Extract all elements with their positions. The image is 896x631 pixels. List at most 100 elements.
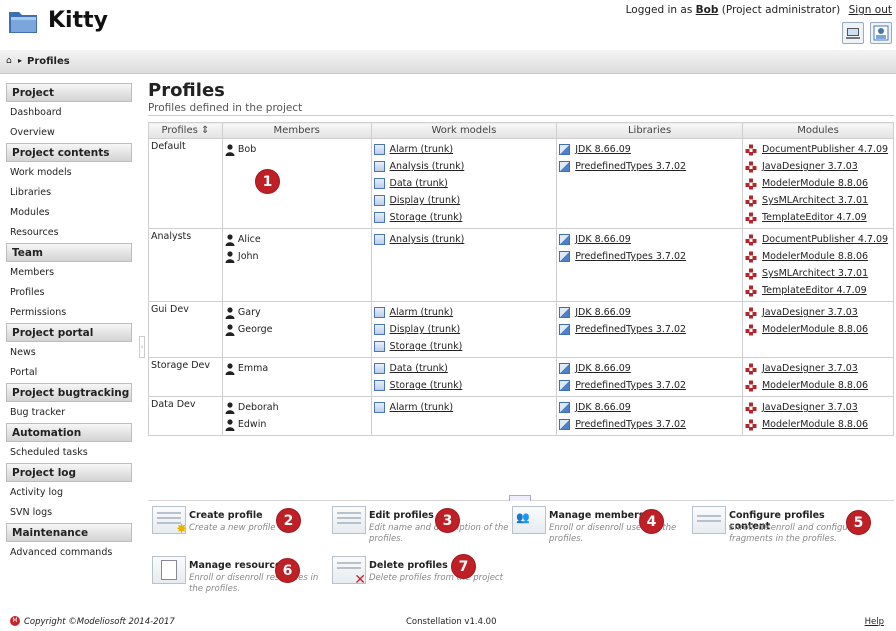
- configure-profiles-content-action[interactable]: Configure profiles content Enroll, disen…: [692, 506, 862, 544]
- sidebar-item-work-models[interactable]: Work models: [6, 162, 132, 182]
- library-link[interactable]: PredefinedTypes 3.7.02: [575, 419, 686, 430]
- work-model-link[interactable]: Alarm (trunk): [390, 402, 454, 413]
- library-link[interactable]: PredefinedTypes 3.7.02: [575, 324, 686, 335]
- sidebar-item-libraries[interactable]: Libraries: [6, 182, 132, 202]
- sidebar-item-news[interactable]: News: [6, 342, 132, 362]
- help-link[interactable]: Help: [865, 617, 884, 627]
- module-item: JavaDesigner 3.7.03: [745, 399, 891, 416]
- profile-name-cell[interactable]: Analysts: [148, 228, 223, 302]
- library-link[interactable]: JDK 8.66.09: [575, 363, 631, 374]
- module-link[interactable]: JavaDesigner 3.7.03: [762, 363, 858, 374]
- sidebar-item-profiles[interactable]: Profiles: [6, 282, 132, 302]
- module-link[interactable]: ModelerModule 8.8.06: [762, 419, 868, 430]
- delete-profiles-label: Delete profiles: [369, 560, 448, 571]
- sidebar-item-dashboard[interactable]: Dashboard: [6, 102, 132, 122]
- column-header-modules: Modules: [741, 122, 895, 139]
- sidebar-item-advanced-commands[interactable]: Advanced commands: [6, 542, 132, 562]
- sidebar-section-maintenance[interactable]: Maintenance: [6, 523, 132, 542]
- annotation-badge: 4: [639, 509, 664, 534]
- edit-profiles-action[interactable]: Edit profiles Edit name and description …: [332, 506, 508, 544]
- work-model-link[interactable]: Display (trunk): [390, 324, 461, 335]
- module-link[interactable]: SysMLArchitect 3.7.01: [762, 195, 868, 206]
- sidebar-section-project-bugtracking[interactable]: Project bugtracking: [6, 383, 132, 402]
- sidebar-section-project-contents[interactable]: Project contents: [6, 143, 132, 162]
- user-link[interactable]: Bob: [696, 4, 719, 16]
- table-header-row: Profiles ⇕ Members Work models Libraries…: [148, 122, 895, 139]
- work-model-link[interactable]: Analysis (trunk): [390, 161, 465, 172]
- work-model-link[interactable]: Alarm (trunk): [390, 307, 454, 318]
- sidebar-collapse-handle[interactable]: ‹: [139, 336, 145, 358]
- profile-name-cell[interactable]: Gui Dev: [148, 301, 223, 358]
- person-icon: [225, 323, 235, 336]
- profile-name-cell[interactable]: Default: [148, 138, 223, 229]
- library-link[interactable]: JDK 8.66.09: [575, 402, 631, 413]
- sidebar-item-modules[interactable]: Modules: [6, 202, 132, 222]
- module-link[interactable]: DocumentPublisher 4.7.09: [762, 144, 888, 155]
- library-link[interactable]: JDK 8.66.09: [575, 144, 631, 155]
- work-model-item: Display (trunk): [373, 321, 555, 338]
- work-model-link[interactable]: Storage (trunk): [390, 341, 463, 352]
- work-model-link[interactable]: Storage (trunk): [390, 380, 463, 391]
- module-link[interactable]: TemplateEditor 4.7.09: [762, 212, 867, 223]
- sidebar-section-automation[interactable]: Automation: [6, 423, 132, 442]
- library-link[interactable]: PredefinedTypes 3.7.02: [575, 380, 686, 391]
- actions-collapse-tab[interactable]: [509, 495, 531, 501]
- work-model-link[interactable]: Storage (trunk): [390, 212, 463, 223]
- delete-profiles-icon: ✕: [332, 556, 366, 588]
- home-icon[interactable]: ⌂: [6, 56, 12, 66]
- breadcrumb-separator-icon: ▸: [18, 56, 23, 65]
- version-text: Constellation v1.4.00: [406, 617, 497, 627]
- work-model-link[interactable]: Analysis (trunk): [390, 234, 465, 245]
- admin-console-button[interactable]: [842, 22, 864, 44]
- column-header-members: Members: [221, 122, 372, 139]
- column-header-profiles[interactable]: Profiles ⇕: [148, 122, 223, 139]
- work-model-item: Analysis (trunk): [373, 231, 555, 248]
- library-link[interactable]: JDK 8.66.09: [575, 307, 631, 318]
- profile-name-cell[interactable]: Storage Dev: [148, 357, 223, 397]
- module-link[interactable]: DocumentPublisher 4.7.09: [762, 234, 888, 245]
- table-row: Analysts Alice John Analysis (trunk) JDK 8.6…: [148, 228, 895, 302]
- module-link[interactable]: JavaDesigner 3.7.03: [762, 307, 858, 318]
- members-cell: Deborah Edwin: [221, 396, 372, 436]
- module-link[interactable]: ModelerModule 8.8.06: [762, 380, 868, 391]
- sign-out-link[interactable]: Sign out: [849, 4, 892, 16]
- module-link[interactable]: ModelerModule 8.8.06: [762, 251, 868, 262]
- sidebar-item-svn-logs[interactable]: SVN logs: [6, 502, 132, 522]
- module-item: ModelerModule 8.8.06: [745, 248, 891, 265]
- sidebar-item-members[interactable]: Members: [6, 262, 132, 282]
- sidebar-item-scheduled-tasks[interactable]: Scheduled tasks: [6, 442, 132, 462]
- delete-profiles-action[interactable]: ✕ Delete profiles Delete profiles from t…: [332, 556, 503, 592]
- library-item: JDK 8.66.09: [559, 231, 740, 248]
- column-header-libraries: Libraries: [556, 122, 743, 139]
- sidebar-item-overview[interactable]: Overview: [6, 122, 132, 142]
- module-link[interactable]: ModelerModule 8.8.06: [762, 178, 868, 189]
- module-link[interactable]: JavaDesigner 3.7.03: [762, 402, 858, 413]
- sidebar-section-team[interactable]: Team: [6, 243, 132, 262]
- profile-name-cell[interactable]: Data Dev: [148, 396, 223, 436]
- sidebar-item-portal[interactable]: Portal: [6, 362, 132, 382]
- work-model-link[interactable]: Display (trunk): [390, 195, 461, 206]
- manage-resources-label: Manage resources: [189, 560, 288, 571]
- library-link[interactable]: PredefinedTypes 3.7.02: [575, 161, 686, 172]
- work-model-link[interactable]: Alarm (trunk): [390, 144, 454, 155]
- user-settings-button[interactable]: [870, 22, 892, 44]
- sidebar-section-project-portal[interactable]: Project portal: [6, 323, 132, 342]
- work-model-link[interactable]: Data (trunk): [390, 363, 448, 374]
- module-link[interactable]: TemplateEditor 4.7.09: [762, 285, 867, 296]
- module-link[interactable]: SysMLArchitect 3.7.01: [762, 268, 868, 279]
- sidebar-section-project-log[interactable]: Project log: [6, 463, 132, 482]
- sidebar-item-permissions[interactable]: Permissions: [6, 302, 132, 322]
- work-model-link[interactable]: Data (trunk): [390, 178, 448, 189]
- table-row: Data Dev Deborah Edwin Alarm (trunk) JDK 8.6…: [148, 396, 895, 436]
- sidebar-section-project[interactable]: Project: [6, 83, 132, 102]
- module-link[interactable]: JavaDesigner 3.7.03: [762, 161, 858, 172]
- sidebar-item-activity-log[interactable]: Activity log: [6, 482, 132, 502]
- sidebar-item-resources[interactable]: Resources: [6, 222, 132, 242]
- module-link[interactable]: ModelerModule 8.8.06: [762, 324, 868, 335]
- footer: M Copyright ©Modeliosoft 2014-2017 Const…: [0, 614, 896, 631]
- library-link[interactable]: JDK 8.66.09: [575, 234, 631, 245]
- sidebar-item-bug-tracker[interactable]: Bug tracker: [6, 402, 132, 422]
- person-icon: [225, 306, 235, 319]
- library-link[interactable]: PredefinedTypes 3.7.02: [575, 251, 686, 262]
- table-row: Gui Dev Gary George Alarm (trunk) Display (t…: [148, 301, 895, 358]
